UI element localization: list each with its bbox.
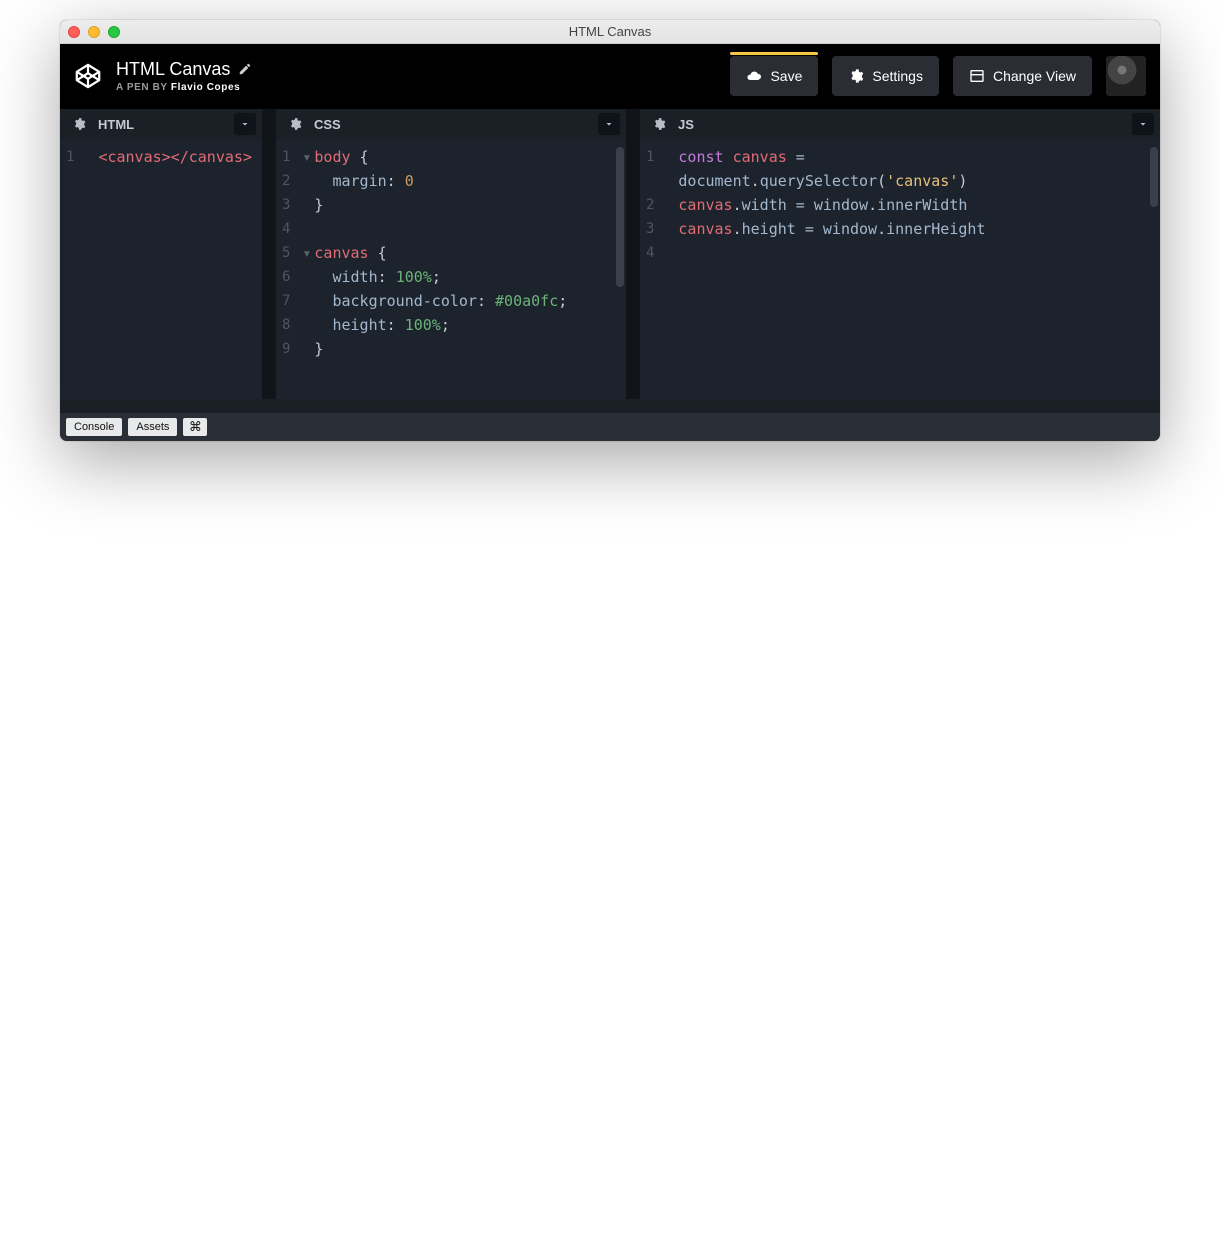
codepen-logo-icon <box>74 62 102 90</box>
minimize-window-button[interactable] <box>88 26 100 38</box>
editor-css-body[interactable]: 123456789 ▾body { margin: 0}▾canvas { wi… <box>276 139 626 399</box>
editor-row: HTML 1 <canvas></canvas> CSS <box>60 108 1160 413</box>
editor-html-header: HTML <box>60 109 262 139</box>
scrollbar[interactable] <box>1150 147 1158 207</box>
editor-html-label: HTML <box>98 117 134 132</box>
pen-title[interactable]: HTML Canvas <box>116 59 230 80</box>
zoom-window-button[interactable] <box>108 26 120 38</box>
pen-author[interactable]: Flavio Copes <box>171 82 240 93</box>
gear-icon[interactable] <box>648 113 670 135</box>
pen-byline: A PEN BY Flavio Copes <box>116 82 252 94</box>
console-button[interactable]: Console <box>66 418 122 436</box>
editor-css-label: CSS <box>314 117 341 132</box>
gutter: 123456789 <box>276 139 298 399</box>
chevron-down-icon[interactable] <box>598 113 620 135</box>
editor-js-body[interactable]: 1234 const canvas = document.querySelect… <box>640 139 1160 399</box>
footer-bar: Console Assets ⌘ <box>60 413 1160 441</box>
gutter: 1234 <box>640 139 662 399</box>
gear-icon[interactable] <box>284 113 306 135</box>
editor-css: CSS 123456789 ▾body { margin: 0}▾canvas … <box>276 109 626 399</box>
layout-icon <box>969 68 985 84</box>
editor-css-header: CSS <box>276 109 626 139</box>
app-window: HTML Canvas HTML Canvas A PEN BY Flavio … <box>60 20 1160 441</box>
editor-js: JS 1234 const canvas = document.querySel… <box>640 109 1160 399</box>
editor-html: HTML 1 <canvas></canvas> <box>60 109 262 399</box>
mac-titlebar: HTML Canvas <box>60 20 1160 44</box>
window-title: HTML Canvas <box>60 24 1160 39</box>
assets-button[interactable]: Assets <box>128 418 177 436</box>
app-header: HTML Canvas A PEN BY Flavio Copes Save S… <box>60 44 1160 108</box>
gutter: 1 <box>60 139 82 399</box>
editor-html-body[interactable]: 1 <canvas></canvas> <box>60 139 262 399</box>
traffic-lights <box>68 26 120 38</box>
scrollbar[interactable] <box>616 147 624 287</box>
change-view-button[interactable]: Change View <box>953 56 1092 96</box>
gear-icon[interactable] <box>68 113 90 135</box>
avatar[interactable] <box>1106 56 1146 96</box>
chevron-down-icon[interactable] <box>1132 113 1154 135</box>
gear-icon <box>848 68 864 84</box>
code[interactable]: const canvas = document.querySelector('c… <box>662 139 1160 399</box>
close-window-button[interactable] <box>68 26 80 38</box>
editor-js-header: JS <box>640 109 1160 139</box>
code[interactable]: <canvas></canvas> <box>82 139 262 399</box>
pencil-icon[interactable] <box>238 62 252 76</box>
pen-title-block: HTML Canvas A PEN BY Flavio Copes <box>116 59 252 93</box>
chevron-down-icon[interactable] <box>234 113 256 135</box>
settings-button[interactable]: Settings <box>832 56 939 96</box>
cloud-icon <box>746 68 762 84</box>
save-button[interactable]: Save <box>730 56 818 96</box>
shortcuts-button[interactable]: ⌘ <box>183 418 207 436</box>
code[interactable]: ▾body { margin: 0}▾canvas { width: 100%;… <box>298 139 626 399</box>
editor-js-label: JS <box>678 117 694 132</box>
